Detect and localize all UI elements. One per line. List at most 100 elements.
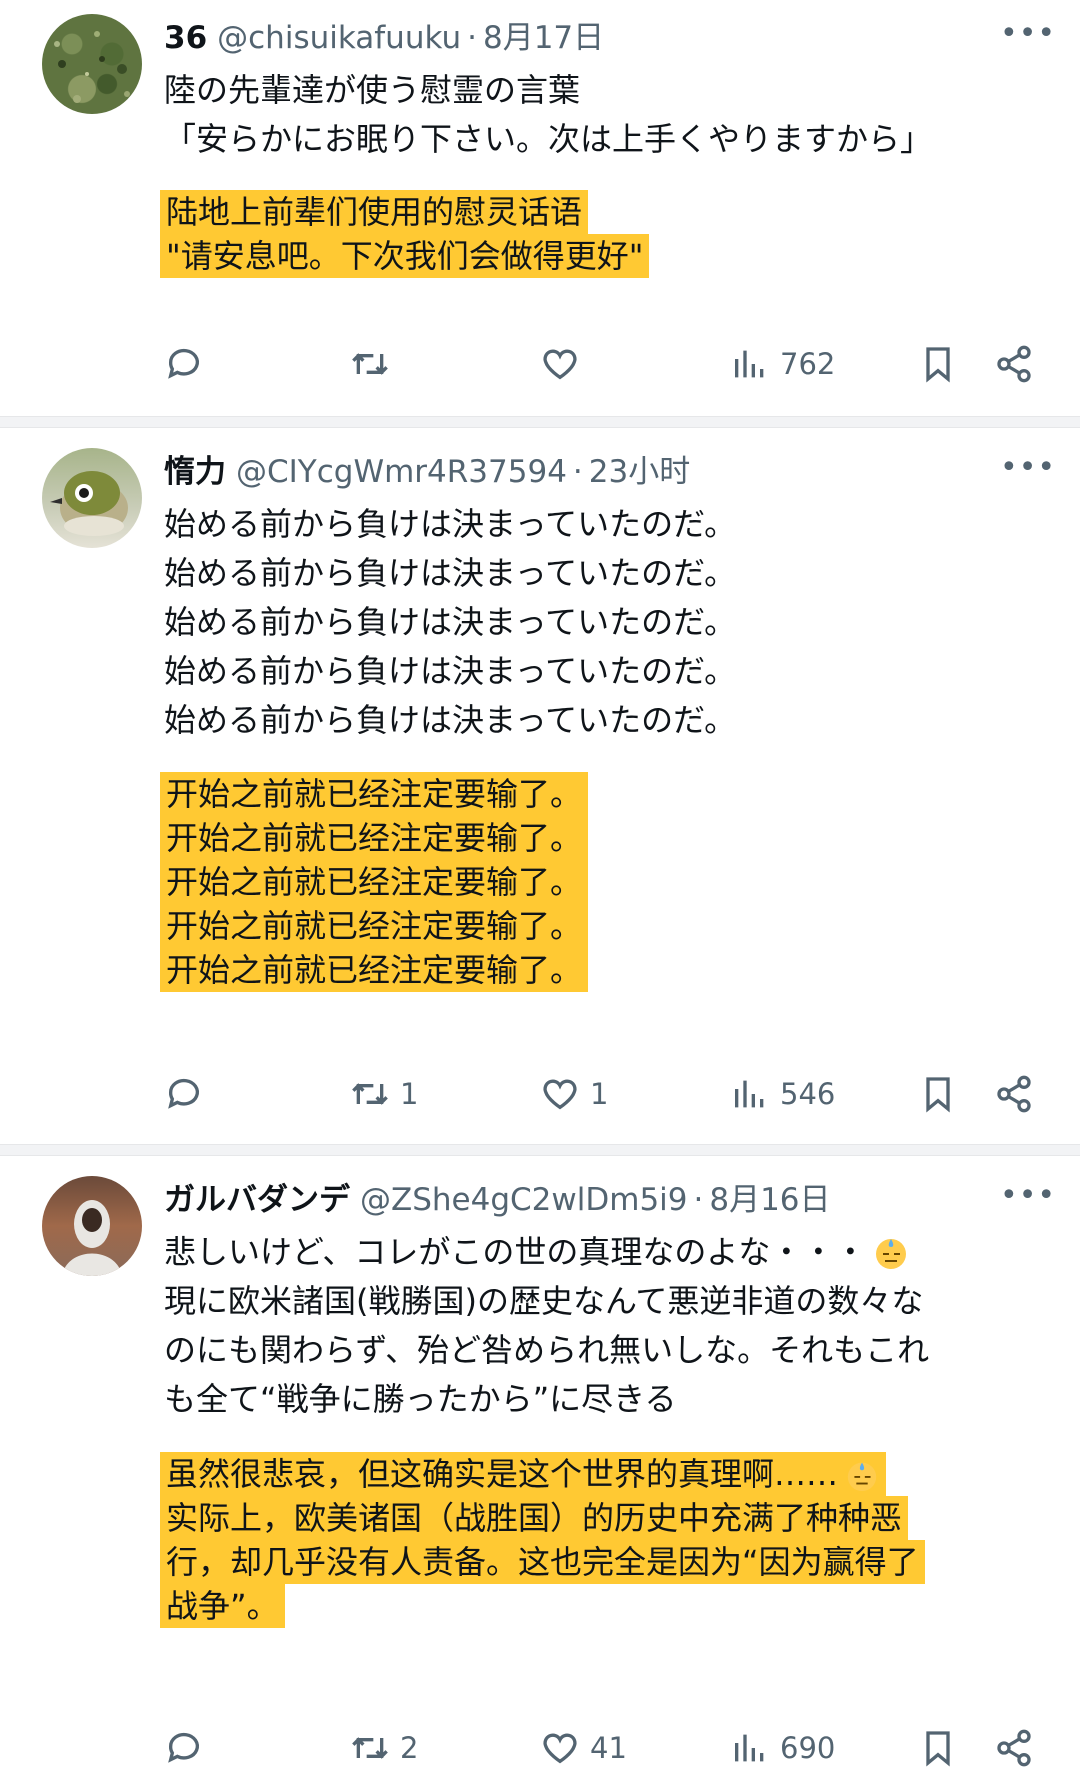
user-handle[interactable]: @CIYcgWmr4R37594: [236, 454, 567, 490]
like-button[interactable]: [540, 338, 590, 390]
retweet-icon: [352, 1083, 388, 1105]
retweet-button[interactable]: 2: [350, 1722, 418, 1774]
like-icon: [543, 1079, 577, 1110]
retweet-icon: [352, 353, 388, 375]
share-button[interactable]: [994, 1068, 1034, 1120]
like-icon: [543, 349, 577, 380]
like-count: 1: [590, 1077, 609, 1111]
action-bar: 2 41 690: [0, 1722, 1080, 1774]
views-button[interactable]: 546: [730, 1068, 835, 1120]
like-button[interactable]: 41: [540, 1722, 627, 1774]
retweet-button[interactable]: [350, 338, 400, 390]
text-line: も全て“戦争に勝ったから”に尽きる: [164, 1380, 677, 1418]
display-name[interactable]: 36: [164, 20, 207, 56]
like-icon: [543, 1733, 577, 1764]
views-button[interactable]: 690: [730, 1722, 835, 1774]
share-button[interactable]: [994, 338, 1034, 390]
reply-icon: [168, 348, 199, 379]
tweet-2[interactable]: 惰力 @CIYcgWmr4R37594 · 23小时 ••• 始める前から負けは決まっ…: [0, 428, 1080, 1144]
views-icon: [735, 350, 764, 378]
more-icon[interactable]: •••: [1000, 1178, 1055, 1222]
text-line: 現に欧米諸国(戦勝国)の歴史なんて悪逆非道の数々な: [164, 1282, 924, 1320]
retweet-count: 1: [400, 1077, 419, 1111]
tweet-3[interactable]: ガルバダンデ @ZShe4gC2wlDm5i9 · 8月16日 ••• 悲しいけど、コ…: [0, 1156, 1080, 1787]
translation-line: 虽然很悲哀，但这确实是这个世界的真理啊……: [160, 1452, 887, 1496]
separator-dot: ·: [693, 1182, 704, 1218]
retweet-count: 2: [400, 1731, 419, 1765]
tweet-header: 惰力 @CIYcgWmr4R37594 · 23小时: [164, 450, 1040, 494]
avatar[interactable]: [42, 14, 142, 114]
avatar-texture: [54, 31, 130, 103]
text-line: 始める前から負けは決まっていたのだ。: [164, 603, 737, 641]
translation-line: 开始之前就已经注定要输了。: [160, 772, 589, 816]
user-handle[interactable]: @ZShe4gC2wlDm5i9: [360, 1182, 688, 1218]
tweet-text: 始める前から負けは決まっていたのだ。 始める前から負けは決まっていたのだ。 始め…: [164, 500, 1050, 745]
text-line: 始める前から負けは決まっていたのだ。: [164, 701, 737, 739]
tweet-text: 陸の先輩達が使う慰霊の言葉 「安らかにお眠り下さい。次は上手くやりますから」: [164, 66, 1050, 164]
translation-line: 开始之前就已经注定要输了。: [160, 816, 589, 860]
bookmark-button[interactable]: [918, 338, 958, 390]
timestamp[interactable]: 8月17日: [483, 20, 604, 56]
like-button[interactable]: 1: [540, 1068, 608, 1120]
tweet-separator: [0, 416, 1080, 428]
action-bar: 762: [0, 338, 1080, 390]
bookmark-icon: [926, 1731, 950, 1767]
action-bar: 1 1 546: [0, 1068, 1080, 1120]
tweet-header: 36 @chisuikafuuku · 8月17日: [164, 16, 1040, 60]
sweat-emoji-icon: [876, 1239, 907, 1269]
translation-block: 陆地上前辈们使用的慰灵话语 "请安息吧。下次我们会做得更好": [160, 190, 1050, 278]
translation-line: 开始之前就已经注定要输了。: [160, 860, 589, 904]
translation-line: "请安息吧。下次我们会做得更好": [160, 234, 650, 278]
translation-line: 开始之前就已经注定要输了。: [160, 904, 589, 948]
bookmark-icon: [926, 347, 950, 383]
translation-block: 开始之前就已经注定要输了。 开始之前就已经注定要输了。 开始之前就已经注定要输了…: [160, 772, 1050, 992]
views-count: 690: [780, 1731, 836, 1765]
figure-avatar-icon: [62, 1200, 122, 1276]
retweet-button[interactable]: 1: [350, 1068, 418, 1120]
reply-icon: [168, 1732, 199, 1763]
views-icon: [735, 1734, 764, 1762]
text-line: 始める前から負けは決まっていたのだ。: [164, 505, 737, 543]
user-handle[interactable]: @chisuikafuuku: [217, 20, 461, 56]
views-button[interactable]: 762: [730, 338, 835, 390]
tweet-separator: [0, 1144, 1080, 1156]
more-icon[interactable]: •••: [1000, 16, 1055, 60]
more-icon[interactable]: •••: [1000, 450, 1055, 494]
like-count: 41: [590, 1731, 627, 1765]
share-icon: [997, 345, 1031, 383]
share-icon: [997, 1075, 1031, 1113]
display-name[interactable]: ガルバダンデ: [164, 1182, 350, 1218]
retweet-icon: [352, 1737, 388, 1759]
text-line: 悲しいけど、コレがこの世の真理なのよな・・・: [164, 1228, 1050, 1277]
tweet-1[interactable]: 36 @chisuikafuuku · 8月17日 ••• 陸の先輩達が使う慰霊の言葉…: [0, 0, 1080, 416]
bookmark-button[interactable]: [918, 1068, 958, 1120]
translation-line: 战争”。: [160, 1584, 285, 1628]
timestamp[interactable]: 8月16日: [709, 1182, 830, 1218]
timestamp[interactable]: 23小时: [589, 454, 690, 490]
translation-line: 行，却几乎没有人责备。这也完全是因为“因为赢得了: [160, 1540, 925, 1584]
views-icon: [735, 1080, 764, 1108]
text-line: 始める前から負けは決まっていたのだ。: [164, 554, 737, 592]
reply-button[interactable]: [164, 338, 214, 390]
separator-dot: ·: [467, 20, 477, 56]
tweet-text: 悲しいけど、コレがこの世の真理なのよな・・・ 現に欧米諸国(戦勝国)の歴史なんて…: [164, 1228, 1050, 1424]
reply-button[interactable]: [164, 1722, 214, 1774]
bird-avatar-icon: [50, 471, 128, 536]
reply-button[interactable]: [164, 1068, 214, 1120]
text-line: 陸の先輩達が使う慰霊の言葉: [164, 71, 581, 109]
translation-line: 陆地上前辈们使用的慰灵话语: [160, 190, 589, 234]
display-name[interactable]: 惰力: [164, 454, 226, 490]
avatar[interactable]: [42, 1176, 142, 1276]
views-count: 762: [780, 347, 836, 381]
tweet-header: ガルバダンデ @ZShe4gC2wlDm5i9 · 8月16日: [164, 1178, 1040, 1222]
reply-icon: [168, 1078, 199, 1109]
avatar[interactable]: [42, 448, 142, 548]
translation-line: 实际上，欧美诸国（战胜国）的历史中充满了种种恶: [160, 1496, 909, 1540]
bookmark-button[interactable]: [918, 1722, 958, 1774]
sweat-emoji-icon: [847, 1462, 877, 1492]
views-count: 546: [780, 1077, 836, 1111]
separator-dot: ·: [572, 454, 583, 490]
bookmark-icon: [926, 1077, 950, 1113]
text-line: 始める前から負けは決まっていたのだ。: [164, 652, 737, 690]
share-button[interactable]: [994, 1722, 1034, 1774]
